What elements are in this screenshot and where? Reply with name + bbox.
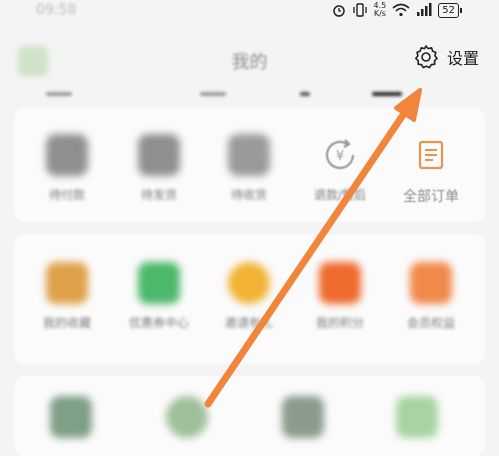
tool-icon-4: [396, 396, 438, 438]
tool-icon-2: [166, 396, 208, 438]
order-item-refund[interactable]: ¥ 退款/售后: [295, 134, 385, 203]
order-item-label: 待发货: [140, 188, 177, 202]
wallet-icon: [46, 134, 88, 176]
order-item-pending-payment[interactable]: 待付款: [22, 134, 112, 203]
tool-item[interactable]: [26, 396, 116, 438]
vibrate-icon: [352, 3, 367, 17]
service-item-label: 邀请有礼: [224, 316, 273, 330]
truck-icon: [228, 134, 270, 176]
box-icon: [138, 134, 180, 176]
wifi-icon: [392, 3, 410, 17]
net-speed-unit: K/s: [373, 9, 386, 18]
stat-placeholder: [300, 92, 310, 96]
service-item-label: 我的积分: [315, 316, 364, 330]
gift-icon: [228, 262, 270, 304]
settings-label: 设置: [446, 49, 479, 68]
coupon-icon: [138, 262, 180, 304]
service-item-favorites[interactable]: 我的收藏: [22, 262, 112, 331]
gear-icon: [414, 45, 438, 69]
order-item-pending-receipt[interactable]: 待收货: [204, 134, 294, 203]
tools-card: [14, 376, 485, 456]
battery-indicator: 52: [438, 2, 462, 18]
stat-placeholder: [372, 92, 402, 96]
order-item-label: 待收货: [230, 188, 267, 202]
tool-icon-1: [50, 396, 92, 438]
service-item-coupons[interactable]: 优惠券中心: [114, 262, 204, 331]
status-bar: 09:58 4.5 K/s 52: [0, 0, 499, 26]
tool-item[interactable]: [142, 396, 232, 438]
service-item-invite[interactable]: 邀请有礼: [204, 262, 294, 331]
settings-button[interactable]: 设置: [413, 44, 479, 70]
net-speed: 4.5 K/s: [374, 2, 387, 18]
service-item-label: 我的收藏: [42, 316, 91, 330]
heart-icon: [46, 262, 88, 304]
vip-icon: [410, 262, 452, 304]
refund-icon: ¥: [325, 139, 355, 170]
order-item-all-orders[interactable]: 全部订单: [386, 134, 476, 206]
tool-item[interactable]: [372, 396, 462, 438]
page-header: 我的 设置: [0, 38, 499, 82]
status-icons: 4.5 K/s 52: [332, 2, 462, 18]
service-item-points[interactable]: 我的积分: [295, 262, 385, 331]
service-item-label: 优惠券中心: [128, 316, 189, 330]
order-item-label: 退款/售后: [313, 188, 367, 202]
services-card: 我的收藏 优惠券中心 邀请有礼 我的积分 会员权益: [14, 234, 485, 364]
status-time: 09:58: [36, 2, 77, 18]
tool-icon-3: [282, 396, 324, 438]
orders-card: 待付款 待发货 待收货 ¥ 退款/售后 全部订单: [14, 108, 485, 222]
points-icon: [319, 262, 361, 304]
order-list-icon: [418, 140, 444, 170]
service-item-vip[interactable]: 会员权益: [386, 262, 476, 331]
service-item-label: 会员权益: [406, 316, 455, 330]
stats-row: [0, 88, 499, 102]
order-item-label: 全部订单: [403, 189, 459, 205]
svg-text:¥: ¥: [336, 149, 344, 164]
signal-icon: [417, 3, 432, 16]
order-item-label: 待付款: [48, 188, 85, 202]
order-item-pending-shipment[interactable]: 待发货: [114, 134, 204, 203]
tool-item[interactable]: [258, 396, 348, 438]
stat-placeholder: [200, 92, 226, 96]
alarm-icon: [332, 5, 345, 17]
stat-placeholder: [46, 92, 72, 96]
